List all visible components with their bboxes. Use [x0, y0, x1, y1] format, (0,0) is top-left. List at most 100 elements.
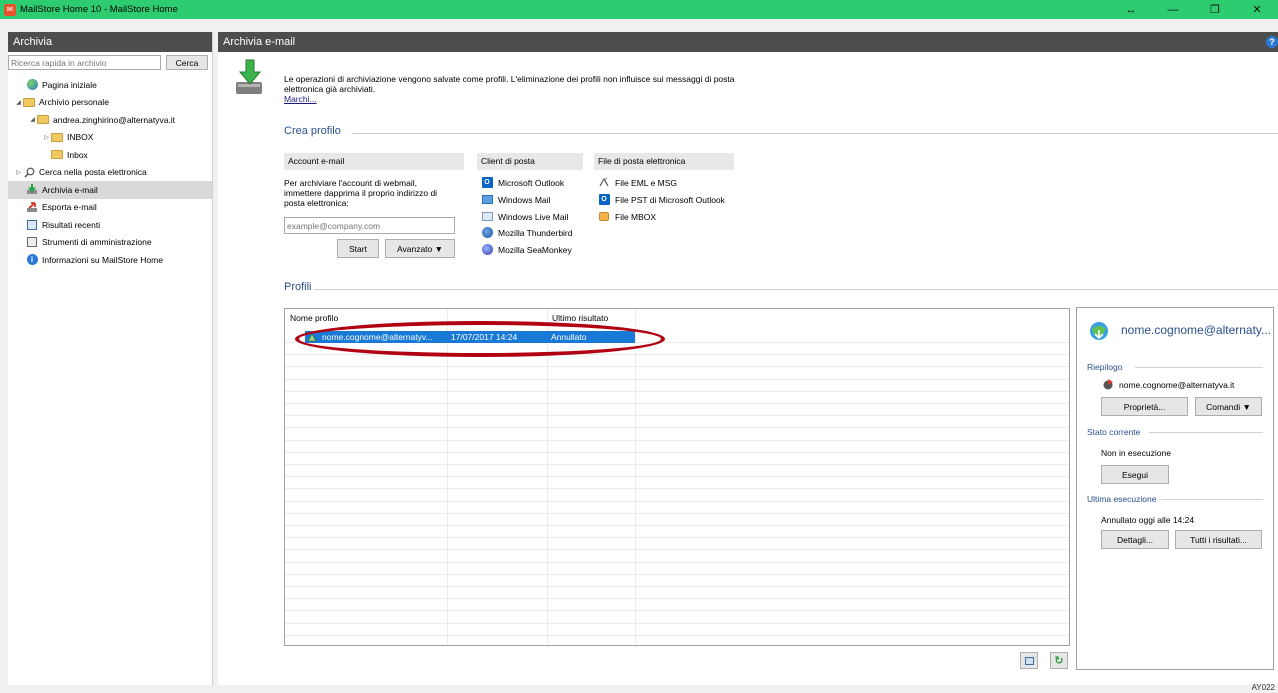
column-header-result[interactable]: Ultimo risultato — [552, 313, 608, 323]
empty-grid-row — [285, 575, 1069, 587]
collapsed-arrow-icon[interactable]: ▷ — [42, 134, 51, 141]
sidebar-item-archive-email[interactable]: Archivia e-mail — [8, 181, 212, 199]
profiles-heading: Profili — [284, 281, 312, 293]
sidebar-item-inbox-upper[interactable]: ▷ INBOX — [8, 129, 212, 147]
profiles-table[interactable]: Nome profilo Ultimo risultato nome.cogno… — [284, 308, 1070, 646]
empty-grid-row — [285, 612, 1069, 624]
create-profile-heading: Crea profilo — [284, 125, 341, 137]
empty-grid-row — [285, 587, 1069, 600]
client-outlook[interactable]: O Microsoft Outlook — [481, 175, 564, 190]
sidebar-item-label: Archivio personale — [39, 97, 109, 108]
empty-grid-row — [285, 551, 1069, 563]
refresh-button[interactable]: ↻ — [1050, 652, 1068, 669]
mail-client-header: Client di posta — [477, 153, 583, 170]
profile-name-cell: nome.cognome@alternatyv... — [322, 332, 433, 342]
commands-button[interactable]: Comandi ▼ — [1195, 397, 1262, 416]
thunderbird-icon — [481, 227, 493, 238]
results-icon — [26, 219, 38, 230]
expanded-arrow-icon[interactable]: ◢ — [28, 116, 37, 123]
eml-file-icon — [598, 177, 610, 188]
last-run-summary: Annullato oggi alle 14:24 — [1101, 515, 1195, 525]
search-button[interactable]: Cerca — [166, 55, 208, 70]
sidebar-item-label: andrea.zinghirino@alternatyva.it — [53, 114, 176, 125]
account-address: nome.cognome@alternatyva.it — [1119, 380, 1235, 390]
client-label: Windows Mail — [498, 194, 551, 205]
client-thunderbird[interactable]: Mozilla Thunderbird — [481, 225, 573, 240]
file-mbox[interactable]: File MBOX — [598, 209, 656, 224]
empty-grid-row — [285, 636, 1069, 645]
table-row[interactable]: nome.cognome@alternatyv... 17/07/2017 14… — [305, 331, 635, 343]
start-button[interactable]: Start — [337, 239, 379, 258]
quick-search-row: Cerca — [8, 52, 212, 73]
sidebar-item-about[interactable]: i Informazioni su MailStore Home — [8, 251, 212, 269]
email-address-input[interactable] — [284, 217, 455, 234]
account-desc-line: immettere dapprima il proprio indirizzo … — [284, 188, 438, 198]
empty-grid-row — [285, 563, 1069, 575]
mailstore-app-icon: ✉ — [4, 3, 16, 16]
sidebar-item-recent-results[interactable]: Risultati recenti — [8, 216, 212, 234]
maximize-button[interactable]: ❐ — [1194, 0, 1236, 19]
copy-icon — [1024, 656, 1034, 665]
sidebar-item-account-folder[interactable]: ◢ andrea.zinghirino@alternatyva.it — [8, 111, 212, 129]
window-controls: ↔ — ❐ ✕ — [1110, 0, 1278, 19]
intro-line-1: Le operazioni di archiviazione vengono s… — [284, 74, 735, 84]
profile-title: nome.cognome@alternaty... — [1121, 323, 1272, 337]
file-label: File EML e MSG — [615, 177, 678, 188]
refresh-icon: ↻ — [1054, 655, 1064, 667]
client-windows-mail[interactable]: Windows Mail — [481, 192, 550, 207]
sidebar-item-search-mail[interactable]: ▷ Cerca nella posta elettronica — [8, 164, 212, 182]
sidebar-item-admin-tools[interactable]: Strumenti di amministrazione — [8, 234, 212, 252]
windows-mail-icon — [481, 194, 493, 205]
archive-download-icon — [232, 54, 268, 94]
sidebar-item-personal-archive[interactable]: ◢ Archivio personale — [8, 94, 212, 112]
outlook-pst-icon: O — [598, 194, 610, 205]
sidebar-item-export-email[interactable]: Esporta e-mail — [8, 199, 212, 217]
sidebar-item-inbox[interactable]: Inbox — [8, 146, 212, 164]
client-label: Mozilla Thunderbird — [498, 227, 573, 238]
seamonkey-icon — [481, 244, 493, 255]
run-button[interactable]: Esegui — [1101, 465, 1169, 484]
client-windows-live-mail[interactable]: Windows Live Mail — [481, 209, 568, 224]
details-button[interactable]: Dettagli... — [1101, 530, 1169, 549]
empty-grid-row — [285, 441, 1069, 453]
client-label: Microsoft Outlook — [498, 177, 565, 188]
section-divider — [352, 133, 1278, 134]
client-seamonkey[interactable]: Mozilla SeaMonkey — [481, 242, 572, 257]
empty-grid-row — [285, 477, 1069, 490]
quick-search-input[interactable] — [8, 55, 161, 70]
empty-grid-row — [285, 343, 1069, 356]
all-results-button[interactable]: Tutti i risultati... — [1175, 530, 1262, 549]
expanded-arrow-icon[interactable]: ◢ — [14, 99, 23, 106]
section-divider — [1149, 432, 1263, 433]
export-icon — [26, 201, 38, 213]
home-globe-icon — [26, 79, 38, 91]
trademarks-link[interactable]: Marchi... — [284, 94, 317, 104]
collapsed-arrow-icon[interactable]: ▷ — [14, 169, 23, 176]
file-pst[interactable]: O File PST di Microsoft Outlook — [598, 192, 725, 207]
account-desc-line: Per archiviare l'account di webmail, — [284, 178, 417, 188]
file-eml-msg[interactable]: File EML e MSG — [598, 175, 677, 190]
main-panel: Archivia e-mail ? Le operazioni di archi… — [218, 32, 1278, 685]
sidebar-item-label: INBOX — [67, 132, 94, 143]
folder-icon — [37, 114, 49, 125]
advanced-button[interactable]: Avanzato ▼ — [385, 239, 455, 258]
sidebar-item-label: Risultati recenti — [42, 219, 101, 230]
help-icon[interactable]: ? — [1266, 36, 1278, 48]
corner-code: AY022 — [1251, 683, 1275, 692]
empty-grid-row — [285, 538, 1069, 551]
outlook-icon: O — [481, 177, 493, 188]
sidebar-item-home[interactable]: Pagina iniziale — [8, 76, 212, 94]
properties-button[interactable]: Proprietà... — [1101, 397, 1188, 416]
empty-grid-row — [285, 514, 1069, 526]
account-description: Per archiviare l'account di webmail, imm… — [284, 178, 437, 208]
close-button[interactable]: ✕ — [1236, 0, 1278, 19]
status-text: Non in esecuzione — [1101, 448, 1171, 458]
empty-grid-row — [285, 624, 1069, 636]
status-bar — [0, 685, 1278, 693]
last-run-cell: 17/07/2017 14:24 — [451, 332, 518, 342]
minimize-button[interactable]: — — [1152, 0, 1194, 19]
last-run-heading: Ultima esecuzione — [1087, 494, 1157, 504]
copy-profile-button[interactable] — [1020, 652, 1038, 669]
column-header-name[interactable]: Nome profilo — [290, 313, 338, 323]
restore-arrows-icon[interactable]: ↔ — [1110, 0, 1152, 19]
